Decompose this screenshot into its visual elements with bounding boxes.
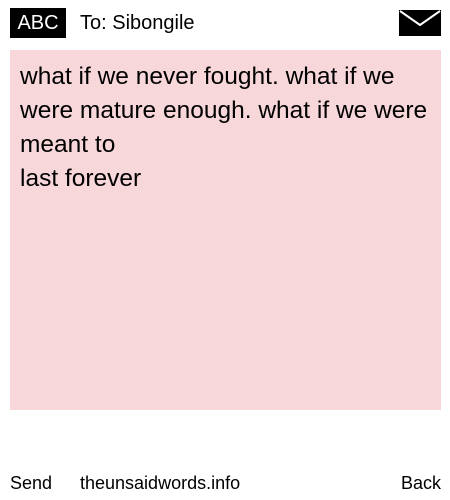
input-mode-badge: ABC xyxy=(10,8,66,38)
site-link[interactable]: theunsaidwords.info xyxy=(80,472,240,494)
back-button[interactable]: Back xyxy=(401,472,441,494)
send-button[interactable]: Send xyxy=(10,472,52,494)
message-area[interactable]: what if we never fought. what if we were… xyxy=(10,50,441,410)
recipient-label: To: Sibongile xyxy=(80,12,195,34)
message-text: what if we never fought. what if we were… xyxy=(20,63,428,192)
envelope-icon xyxy=(399,10,441,36)
